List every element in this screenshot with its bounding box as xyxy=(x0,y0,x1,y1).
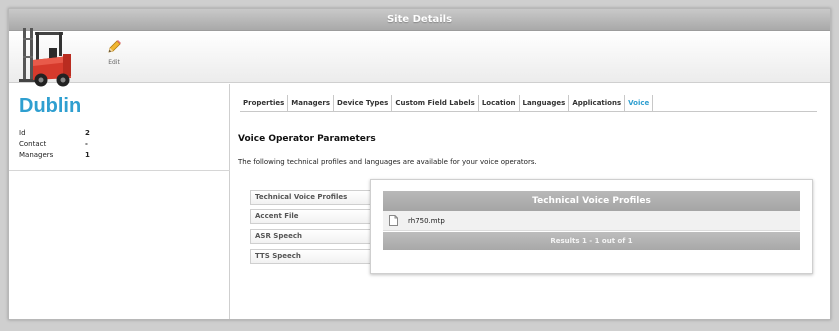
divider xyxy=(9,170,230,171)
popup-header: Technical Voice Profiles xyxy=(383,191,800,211)
tab-voice[interactable]: Voice xyxy=(625,95,654,111)
info-label: Contact xyxy=(19,140,47,148)
forklift-icon xyxy=(19,28,71,87)
list-item[interactable]: rh750.mtp xyxy=(383,211,800,231)
site-summary-panel: Dublin Id 2 Contact - Managers 1 xyxy=(9,84,230,319)
tab-managers[interactable]: Managers xyxy=(288,95,335,111)
tab-languages[interactable]: Languages xyxy=(520,95,570,111)
file-icon xyxy=(389,215,398,226)
tab-bar: Properties Managers Device Types Custom … xyxy=(240,95,817,112)
section-description: The following technical profiles and lan… xyxy=(238,158,537,166)
accordion-technical-voice-profiles[interactable]: Technical Voice Profiles xyxy=(250,190,390,205)
tab-custom-field-labels[interactable]: Custom Field Labels xyxy=(392,95,479,111)
info-row-managers: Managers 1 xyxy=(19,150,90,161)
accordion-tts-speech[interactable]: TTS Speech xyxy=(250,249,390,264)
site-name: Dublin xyxy=(19,95,82,117)
info-label: Managers xyxy=(19,151,54,159)
info-value: 1 xyxy=(85,151,90,159)
edit-label: Edit xyxy=(108,59,120,66)
info-label: Id xyxy=(19,129,26,137)
section-title: Voice Operator Parameters xyxy=(238,134,376,144)
info-row-contact: Contact - xyxy=(19,139,90,150)
accordion-asr-speech[interactable]: ASR Speech xyxy=(250,229,390,244)
tab-properties[interactable]: Properties xyxy=(240,95,289,111)
site-details-window: Site Details Edit Dublin Id 2 Contact - … xyxy=(8,8,831,320)
toolbar: Edit xyxy=(9,28,830,87)
edit-button[interactable]: Edit xyxy=(102,39,126,66)
window-title: Site Details xyxy=(9,9,830,31)
file-name: rh750.mtp xyxy=(408,217,445,225)
site-info: Id 2 Contact - Managers 1 xyxy=(19,128,90,161)
results-count: Results 1 - 1 out of 1 xyxy=(383,232,800,250)
technical-voice-profiles-popup: Technical Voice Profiles rh750.mtp Resul… xyxy=(370,179,813,274)
tab-applications[interactable]: Applications xyxy=(569,95,626,111)
info-row-id: Id 2 xyxy=(19,128,90,139)
tab-location[interactable]: Location xyxy=(479,95,520,111)
accordion-accent-file[interactable]: Accent File xyxy=(250,209,390,224)
tab-device-types[interactable]: Device Types xyxy=(334,95,393,111)
main-panel: Properties Managers Device Types Custom … xyxy=(231,84,830,319)
info-value: - xyxy=(85,140,88,148)
info-value: 2 xyxy=(85,129,90,137)
pencil-icon xyxy=(108,40,121,53)
